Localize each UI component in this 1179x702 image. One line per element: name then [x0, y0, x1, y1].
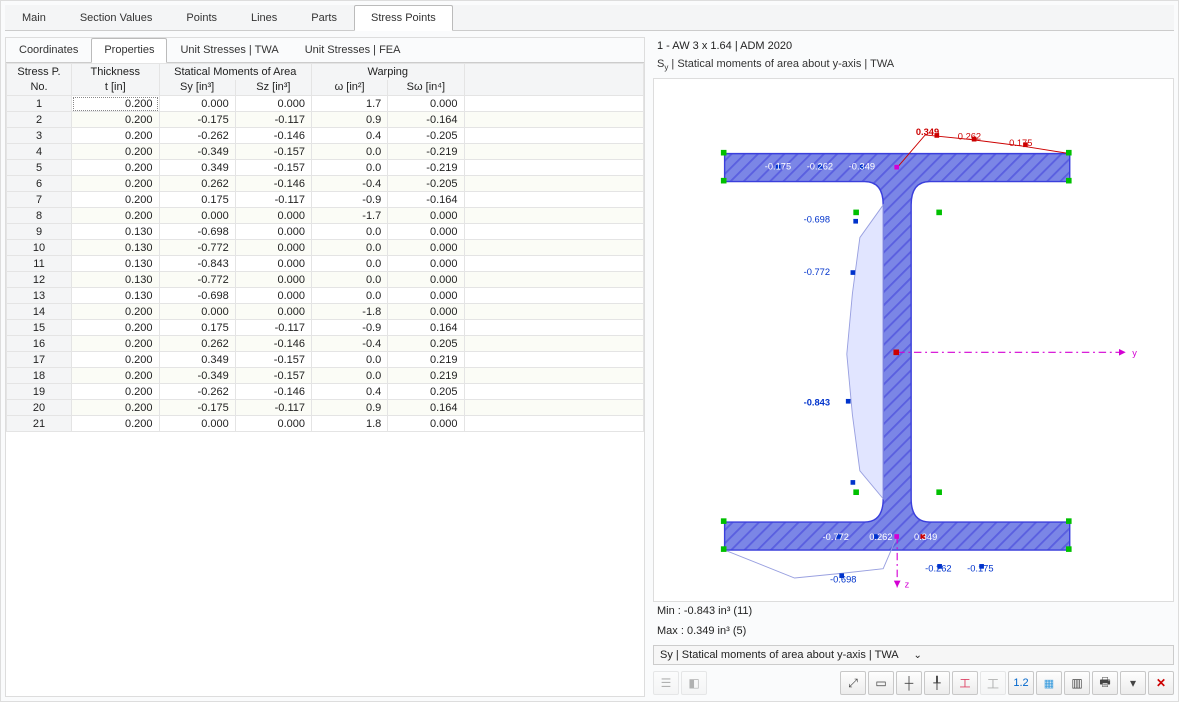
viewer-min: Min : -0.843 in³ (11): [653, 602, 1174, 621]
grid-row[interactable]: 160.2000.262-0.146-0.40.205: [7, 336, 644, 352]
svg-text:-0.772: -0.772: [823, 532, 849, 542]
grid-row[interactable]: 60.2000.262-0.146-0.4-0.205: [7, 176, 644, 192]
tool-frame-icon[interactable]: ▭: [868, 671, 894, 695]
viewer-title: 1 - AW 3 x 1.64 | ADM 2020: [653, 37, 1174, 55]
grid-row[interactable]: 30.200-0.262-0.1460.4-0.205: [7, 128, 644, 144]
svg-text:-0.698: -0.698: [830, 575, 856, 585]
col-thickness[interactable]: Thickness: [72, 64, 159, 80]
viewer-max: Max : 0.349 in³ (5): [653, 622, 1174, 641]
grid-row[interactable]: 40.200-0.349-0.1570.0-0.219: [7, 144, 644, 160]
web-envelope: [847, 205, 883, 499]
grid-row[interactable]: 90.130-0.6980.0000.00.000: [7, 224, 644, 240]
viewer-subtitle: Sy | Statical moments of area about y-ax…: [653, 55, 1174, 76]
col-statmom[interactable]: Statical Moments of Area: [159, 64, 312, 80]
z-axis-label: z: [905, 579, 910, 589]
grid-row[interactable]: 80.2000.0000.000-1.70.000: [7, 208, 644, 224]
grid-row[interactable]: 20.200-0.175-0.1170.9-0.164: [7, 112, 644, 128]
svg-text:-0.175: -0.175: [765, 161, 791, 171]
svg-text:-0.262: -0.262: [807, 161, 833, 171]
main-tab-points[interactable]: Points: [169, 5, 234, 30]
main-tab-row: MainSection ValuesPointsLinesPartsStress…: [5, 5, 1174, 31]
tool-section-axes-icon[interactable]: ╀: [924, 671, 950, 695]
svg-text:0.175: 0.175: [1009, 138, 1032, 148]
dropdown-label: Sy | Statical moments of area about y-ax…: [660, 649, 914, 661]
col-warp[interactable]: Warping: [312, 64, 465, 80]
svg-text:0.262: 0.262: [869, 532, 892, 542]
main-tab-parts[interactable]: Parts: [294, 5, 354, 30]
svg-text:0.262: 0.262: [958, 132, 981, 142]
grid-row[interactable]: 10.2000.0000.0001.70.000: [7, 96, 644, 112]
tool-tree-icon[interactable]: ☰: [653, 671, 679, 695]
sub-tab-row: CoordinatesPropertiesUnit Stresses | TWA…: [6, 38, 644, 63]
sub-tab-unit-stresses-fea[interactable]: Unit Stresses | FEA: [292, 38, 414, 62]
grid-row[interactable]: 210.2000.0000.0001.80.000: [7, 416, 644, 432]
tool-grid-icon[interactable]: ▦: [1036, 671, 1062, 695]
grid-row[interactable]: 110.130-0.8430.0000.00.000: [7, 256, 644, 272]
grid-row[interactable]: 70.2000.175-0.117-0.9-0.164: [7, 192, 644, 208]
grid-row[interactable]: 50.2000.349-0.1570.0-0.219: [7, 160, 644, 176]
col-spare: [464, 64, 644, 96]
main-tab-main[interactable]: Main: [5, 5, 63, 30]
tool-axes-icon[interactable]: ┼: [896, 671, 922, 695]
tool-values-icon[interactable]: 1.2: [1008, 671, 1034, 695]
tool-window-icon[interactable]: ◧: [681, 671, 707, 695]
right-panel: 1 - AW 3 x 1.64 | ADM 2020 Sy | Statical…: [653, 37, 1174, 697]
svg-text:-0.698: -0.698: [804, 215, 830, 225]
grid-row[interactable]: 170.2000.349-0.1570.00.219: [7, 352, 644, 368]
result-type-dropdown[interactable]: Sy | Statical moments of area about y-ax…: [653, 645, 1174, 665]
main-tab-section-values[interactable]: Section Values: [63, 5, 170, 30]
tool-colors-icon[interactable]: ▥: [1064, 671, 1090, 695]
svg-text:-0.843: -0.843: [804, 397, 830, 407]
sub-tab-coordinates[interactable]: Coordinates: [6, 38, 91, 62]
main-tab-stress-points[interactable]: Stress Points: [354, 5, 453, 31]
svg-text:-0.175: -0.175: [967, 563, 993, 573]
grid-wrap: Stress P. Thickness Statical Moments of …: [6, 63, 644, 696]
grid-row[interactable]: 200.200-0.175-0.1170.90.164: [7, 400, 644, 416]
grid-row[interactable]: 120.130-0.7720.0000.00.000: [7, 272, 644, 288]
grid-row[interactable]: 130.130-0.6980.0000.00.000: [7, 288, 644, 304]
svg-text:0.349: 0.349: [916, 127, 939, 137]
svg-text:-0.772: -0.772: [804, 267, 830, 277]
left-panel: CoordinatesPropertiesUnit Stresses | TWA…: [5, 37, 645, 697]
stress-points-grid[interactable]: Stress P. Thickness Statical Moments of …: [6, 63, 644, 432]
sub-tab-unit-stresses-twa[interactable]: Unit Stresses | TWA: [167, 38, 291, 62]
grid-row[interactable]: 100.130-0.7720.0000.00.000: [7, 240, 644, 256]
chevron-down-icon: ⌄: [914, 650, 1168, 661]
grid-row[interactable]: 150.2000.175-0.117-0.90.164: [7, 320, 644, 336]
grid-row[interactable]: 140.2000.0000.000-1.80.000: [7, 304, 644, 320]
tool-section1-icon[interactable]: 工: [952, 671, 978, 695]
grid-row[interactable]: 180.200-0.349-0.1570.00.219: [7, 368, 644, 384]
svg-text:0.349: 0.349: [914, 532, 937, 542]
section-viewer[interactable]: y z: [653, 78, 1174, 602]
tool-fit-icon[interactable]: ⤢: [840, 671, 866, 695]
y-axis-label: y: [1132, 348, 1137, 358]
tool-print-icon[interactable]: 🖶: [1092, 671, 1118, 695]
main-tab-lines[interactable]: Lines: [234, 5, 294, 30]
viewer-toolbar: ☰ ◧ ⤢ ▭ ┼ ╀ 工 工 1.2 ▦ ▥ 🖶 ▾ ✕: [653, 669, 1174, 697]
col-rowno[interactable]: Stress P.: [7, 64, 72, 80]
sub-tab-properties[interactable]: Properties: [91, 38, 167, 63]
svg-text:-0.262: -0.262: [925, 563, 951, 573]
svg-text:-0.349: -0.349: [849, 161, 875, 171]
grid-row[interactable]: 190.200-0.262-0.1460.40.205: [7, 384, 644, 400]
tool-section2-icon[interactable]: 工: [980, 671, 1006, 695]
tool-print-drop-icon[interactable]: ▾: [1120, 671, 1146, 695]
tool-clear-icon[interactable]: ✕: [1148, 671, 1174, 695]
